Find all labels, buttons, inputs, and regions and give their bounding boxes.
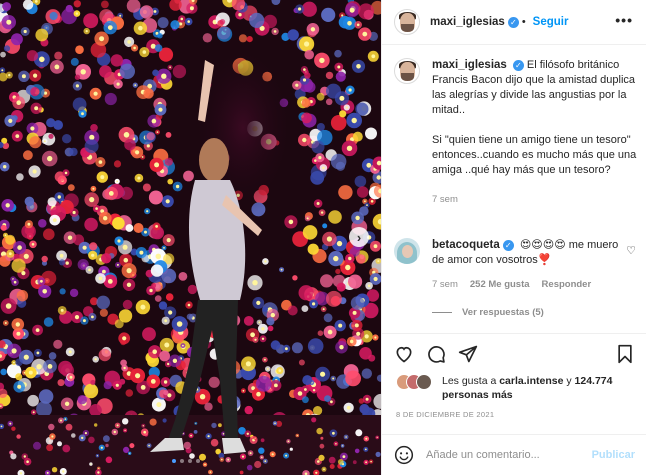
share-icon[interactable]: [458, 344, 478, 364]
follow-button[interactable]: Seguir: [533, 16, 569, 28]
comment-time: 7 sem: [432, 279, 458, 290]
action-bar: [382, 333, 646, 373]
post-side-panel: maxi_iglesias ✓ • Seguir ••• maxi_iglesi…: [381, 0, 646, 475]
carousel-next-button[interactable]: ›: [349, 227, 369, 247]
publish-button[interactable]: Publicar: [592, 449, 635, 461]
caption-text: El filósofo británico Francis Bacon dijo…: [432, 59, 637, 176]
author-username[interactable]: maxi_iglesias: [430, 16, 505, 28]
reply-button[interactable]: Responder: [542, 279, 592, 290]
comment-meta: 7 sem 252 Me gusta Responder: [432, 279, 591, 290]
caption-time: 7 sem: [432, 194, 458, 205]
carousel-dot: [188, 459, 192, 463]
caption-author-avatar[interactable]: [394, 58, 420, 84]
carousel-dots: [172, 459, 200, 463]
comment: betacoqueta ✓ 😍😍😍😍 me muero de amor con v…: [394, 238, 639, 268]
view-replies-button[interactable]: Ver respuestas (5): [432, 307, 544, 318]
comment-input[interactable]: [426, 449, 586, 461]
add-comment-bar: Publicar: [382, 434, 646, 475]
emoji-icon[interactable]: [394, 445, 414, 465]
post-date[interactable]: 8 DE DICIEMBRE DE 2021: [396, 410, 494, 419]
post-image[interactable]: ›: [0, 0, 381, 475]
instagram-post: › maxi_iglesias ✓ • Seguir ••• maxi_igle…: [0, 0, 646, 475]
author-avatar[interactable]: [394, 9, 420, 35]
view-replies-label: Ver respuestas (5): [462, 307, 544, 318]
comment-likes[interactable]: 252 Me gusta: [470, 279, 530, 290]
caption: maxi_iglesias ✓ El filósofo británico Fra…: [394, 58, 639, 207]
verified-badge-icon: ✓: [502, 239, 514, 251]
carousel-dot: [172, 459, 176, 463]
verified-badge-icon: ✓: [507, 16, 519, 28]
verified-badge-icon: ✓: [512, 59, 524, 71]
carousel-dot: [180, 459, 184, 463]
small-heart-icon[interactable]: ♡: [626, 244, 636, 257]
carousel-dot: [196, 459, 200, 463]
more-options-icon[interactable]: •••: [615, 12, 633, 28]
likes-conj: y: [566, 375, 572, 387]
liker-username[interactable]: carla.intense: [499, 375, 563, 387]
bookmark-icon[interactable]: [615, 344, 635, 364]
comment-username[interactable]: betacoqueta: [432, 239, 500, 251]
liker-avatars[interactable]: [396, 374, 436, 392]
likes-summary: Les gusta a carla.intense y 124.774 pers…: [396, 374, 622, 402]
caption-username[interactable]: maxi_iglesias: [432, 59, 507, 71]
commenter-avatar[interactable]: [394, 238, 420, 264]
heart-icon[interactable]: [394, 344, 414, 364]
flower-installation-photo: [0, 0, 381, 475]
comment-icon[interactable]: [426, 344, 446, 364]
post-header: maxi_iglesias ✓ • Seguir •••: [382, 0, 646, 45]
likes-prefix: Les gusta a: [442, 375, 497, 387]
